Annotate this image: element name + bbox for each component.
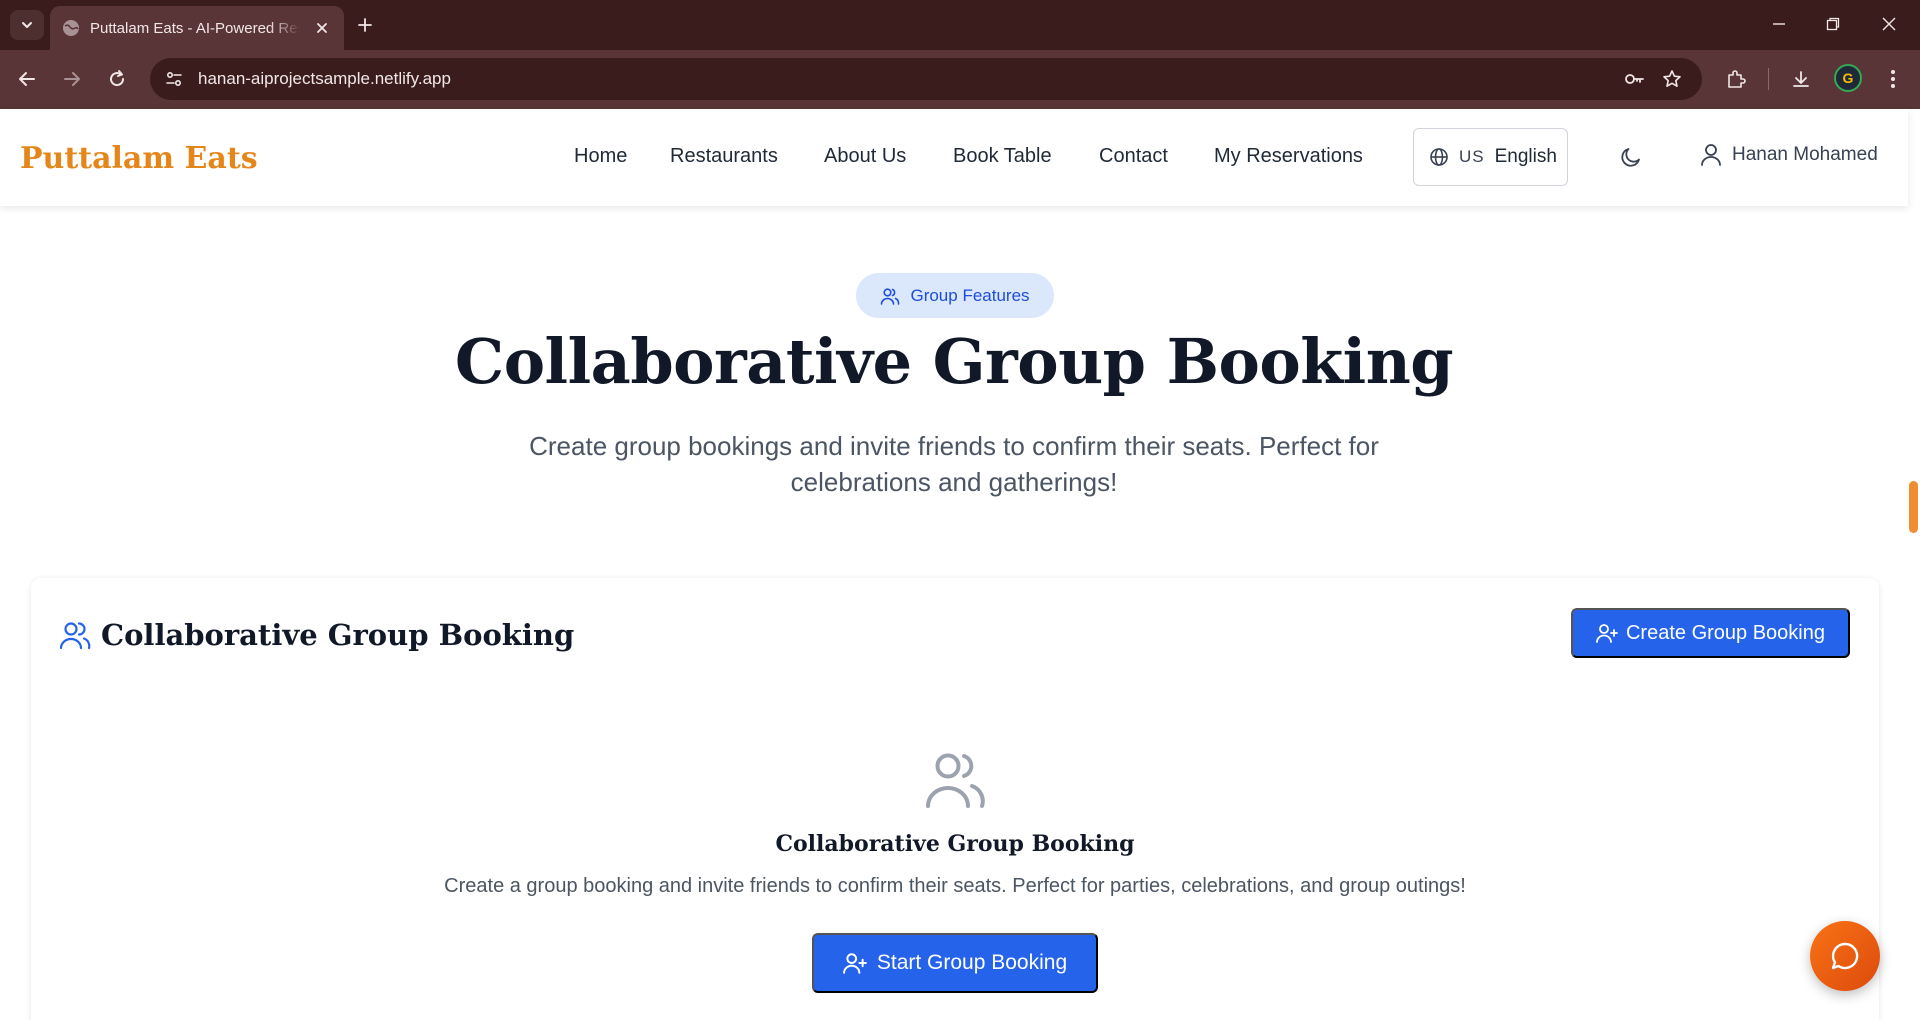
theme-toggle-button[interactable] — [1614, 140, 1648, 174]
address-bar[interactable]: hanan-aiprojectsample.netlify.app — [150, 58, 1702, 100]
empty-state-title: Collaborative Group Booking — [775, 831, 1135, 857]
nav-book-table[interactable]: Book Table — [953, 145, 1052, 168]
close-window-button[interactable] — [1866, 8, 1912, 40]
brand-logo[interactable]: Puttalam Eats — [20, 141, 258, 176]
group-booking-card: Collaborative Group Booking Create Group… — [31, 578, 1879, 1020]
nav-about-us[interactable]: About Us — [824, 145, 906, 168]
download-icon — [1793, 71, 1809, 87]
chat-assistant-button[interactable] — [1810, 921, 1880, 991]
chevron-down-icon — [22, 22, 32, 28]
back-arrow-icon — [19, 72, 35, 86]
close-tab-button[interactable] — [312, 18, 332, 38]
site-info-button[interactable] — [158, 63, 190, 95]
nav-contact[interactable]: Contact — [1099, 145, 1168, 168]
users-empty-state-icon — [926, 753, 985, 808]
language-label: English — [1494, 146, 1557, 167]
user-icon — [1701, 144, 1721, 166]
tune-icon — [166, 71, 182, 87]
page-title: Collaborative Group Booking — [454, 325, 1454, 398]
url-text: hanan-aiprojectsample.netlify.app — [198, 69, 451, 88]
chat-bubble-icon — [1831, 942, 1859, 970]
forward-arrow-icon — [64, 72, 80, 86]
page-subtitle: Create group bookings and invite friends… — [529, 431, 1379, 497]
restore-icon — [1826, 17, 1840, 31]
card-header: Collaborative Group Booking — [59, 618, 574, 652]
site-header: Puttalam Eats Home Restaurants About Us … — [0, 109, 1908, 206]
minimize-icon — [1773, 23, 1785, 25]
group-features-badge: Group Features — [856, 273, 1054, 318]
reload-button[interactable] — [102, 64, 132, 94]
toolbar-separator — [1768, 68, 1769, 90]
language-code: US — [1459, 147, 1485, 166]
forward-button[interactable] — [57, 64, 87, 94]
globe-favicon-icon — [63, 20, 79, 36]
language-selector[interactable]: US English — [1413, 128, 1568, 186]
close-icon — [317, 23, 327, 33]
empty-state-text: Create a group booking and invite friend… — [444, 875, 1466, 897]
password-manager-button[interactable] — [1620, 65, 1648, 93]
create-group-booking-button[interactable]: Create Group Booking — [1571, 608, 1850, 658]
user-menu-button[interactable]: Hanan Mohamed — [1700, 143, 1878, 167]
badge-label: Group Features — [910, 285, 1030, 305]
moon-icon — [1621, 148, 1640, 167]
key-icon — [1625, 74, 1644, 84]
nav-home[interactable]: Home — [574, 145, 627, 168]
create-group-booking-label: Create Group Booking — [1625, 621, 1825, 644]
browser-tab-bar: Puttalam Eats - AI-Powered Restaurant Re… — [0, 0, 1920, 50]
users-icon — [59, 622, 91, 650]
browser-tab-active[interactable]: Puttalam Eats - AI-Powered Restaurant Re… — [50, 6, 344, 50]
close-window-icon — [1882, 17, 1896, 31]
kebab-menu-icon — [1891, 70, 1895, 88]
back-button[interactable] — [12, 64, 42, 94]
nav-my-reservations[interactable]: My Reservations — [1214, 145, 1363, 168]
user-plus-icon — [842, 953, 867, 974]
start-group-booking-label: Start Group Booking — [876, 951, 1068, 974]
browser-toolbar: hanan-aiprojectsample.netlify.app G — [0, 50, 1920, 109]
extensions-button[interactable] — [1721, 64, 1751, 94]
reload-icon — [110, 70, 125, 87]
card-title: Collaborative Group Booking — [101, 618, 575, 652]
globe-icon — [1430, 148, 1448, 166]
page-scrollbar-thumb[interactable] — [1909, 481, 1918, 533]
puzzle-icon — [1728, 70, 1746, 88]
browser-menu-button[interactable] — [1878, 64, 1908, 94]
tab-list-button[interactable] — [10, 10, 44, 40]
profile-initial-icon: G — [1842, 70, 1854, 86]
new-tab-button[interactable] — [352, 12, 378, 38]
user-plus-icon — [1596, 624, 1618, 643]
tab-title: Puttalam Eats - AI-Powered Restaurant Re… — [90, 19, 300, 37]
minimize-button[interactable] — [1756, 8, 1802, 40]
downloads-button[interactable] — [1786, 64, 1816, 94]
bookmark-button[interactable] — [1658, 65, 1686, 93]
restore-button[interactable] — [1810, 8, 1856, 40]
users-icon — [881, 287, 900, 305]
start-group-booking-button[interactable]: Start Group Booking — [812, 933, 1098, 993]
user-name: Hanan Mohamed — [1732, 144, 1878, 165]
plus-icon — [358, 18, 372, 32]
star-icon — [1663, 70, 1681, 87]
profile-avatar[interactable]: G — [1834, 64, 1862, 92]
nav-restaurants[interactable]: Restaurants — [670, 145, 778, 168]
